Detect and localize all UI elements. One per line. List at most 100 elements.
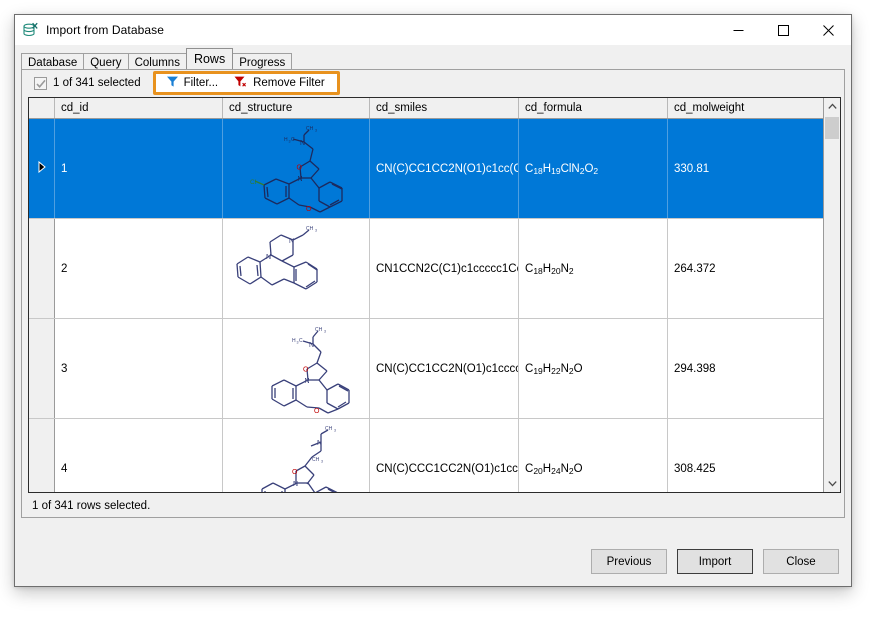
- remove-filter-button-label: Remove Filter: [253, 77, 325, 89]
- remove-filter-button[interactable]: Remove Filter: [230, 75, 329, 91]
- close-button[interactable]: [806, 15, 851, 45]
- cell-cd-molweight[interactable]: 308.425: [668, 419, 820, 492]
- scrollbar-thumb[interactable]: [825, 117, 839, 139]
- row-indicator-cell[interactable]: [29, 419, 55, 492]
- chemical-structure-icon: Cl N CH 3 H 3 C O N O: [250, 126, 343, 213]
- scroll-down-arrow-icon[interactable]: [824, 475, 840, 492]
- filter-button[interactable]: Filter...: [162, 75, 223, 91]
- svg-text:O: O: [314, 408, 320, 415]
- svg-text:CH: CH: [315, 327, 323, 333]
- cell-cd-smiles[interactable]: CN1CCN2C(C1)c1ccccc1Cc…: [370, 219, 519, 318]
- svg-text:N: N: [300, 140, 305, 147]
- svg-text:N: N: [317, 440, 322, 447]
- import-from-database-window: Import from Database Database Query Colu…: [14, 14, 852, 587]
- cell-cd-id[interactable]: 3: [55, 319, 223, 418]
- svg-text:CH: CH: [306, 126, 314, 132]
- svg-text:N: N: [309, 342, 314, 349]
- cell-cd-smiles[interactable]: CN(C)CC1CC2N(O1)c1cc(C…: [370, 119, 519, 218]
- cell-cd-structure[interactable]: N N CH 3: [223, 219, 370, 318]
- filter-button-label: Filter...: [183, 77, 219, 89]
- row-indicator-cell[interactable]: [29, 119, 55, 218]
- svg-text:N: N: [293, 481, 298, 488]
- row-indicator-cell[interactable]: [29, 319, 55, 418]
- grid-status-text: 1 of 341 rows selected.: [28, 497, 841, 515]
- filter-funnel-icon: [166, 75, 184, 91]
- svg-text:C: C: [291, 137, 295, 143]
- table-row[interactable]: 1 Cl N CH 3 H 3 C O N O CN(C)CC1CC2N(O1)…: [29, 119, 823, 219]
- svg-text:CH: CH: [325, 426, 333, 432]
- cell-cd-smiles[interactable]: CN(C)CCC1CC2N(O1)c1cc…: [370, 419, 519, 492]
- svg-text:N: N: [305, 378, 310, 385]
- grid-viewport: cd_id cd_structure cd_smiles cd_formula …: [29, 98, 823, 492]
- grid-vertical-scrollbar[interactable]: [823, 98, 840, 492]
- column-header-cd-formula[interactable]: cd_formula: [519, 98, 668, 118]
- svg-text:O: O: [303, 366, 309, 373]
- minimize-button[interactable]: [716, 15, 761, 45]
- window-titlebar[interactable]: Import from Database: [15, 15, 851, 45]
- svg-text:CH: CH: [306, 226, 314, 232]
- formula-text: C18H19ClN2O2: [525, 162, 599, 177]
- table-row[interactable]: 2 N N CH 3 CN1CCN2C(C1)c1ccccc1Cc… C18H2…: [29, 219, 823, 319]
- selection-status: 1 of 341 selected: [34, 76, 141, 90]
- svg-text:CH: CH: [312, 457, 320, 463]
- chemical-structure-icon: N N CH 3: [236, 226, 318, 290]
- cell-cd-id[interactable]: 1: [55, 119, 223, 218]
- column-header-cd-molweight[interactable]: cd_molweight: [668, 98, 820, 118]
- svg-text:3: 3: [315, 228, 317, 232]
- select-all-checkbox[interactable]: [34, 76, 47, 90]
- desktop-background: Import from Database Database Query Colu…: [0, 0, 882, 635]
- cell-cd-structure[interactable]: N CH 3 CH 3 O N: [223, 419, 370, 492]
- svg-text:O: O: [306, 206, 312, 213]
- rows-data-grid[interactable]: cd_id cd_structure cd_smiles cd_formula …: [28, 97, 841, 493]
- cell-cd-formula[interactable]: C18H20N2: [519, 219, 668, 318]
- cell-cd-id[interactable]: 4: [55, 419, 223, 492]
- cell-cd-structure[interactable]: N CH 3 H 3 C O N O: [223, 319, 370, 418]
- filter-toolbar-highlight: Filter... Remove Filter: [152, 71, 340, 95]
- cell-cd-molweight[interactable]: 264.372: [668, 219, 820, 318]
- column-header-select[interactable]: [29, 98, 55, 118]
- svg-text:3: 3: [315, 128, 317, 132]
- maximize-button[interactable]: [761, 15, 806, 45]
- rows-toolbar: 1 of 341 selected Filter... Remove Filte…: [22, 70, 844, 96]
- svg-text:3: 3: [334, 428, 336, 432]
- cell-cd-id[interactable]: 2: [55, 219, 223, 318]
- cell-cd-formula[interactable]: C19H22N2O: [519, 319, 668, 418]
- column-header-cd-id[interactable]: cd_id: [55, 98, 223, 118]
- import-button[interactable]: Import: [677, 549, 753, 574]
- formula-text: C19H22N2O: [525, 362, 583, 377]
- svg-text:H: H: [284, 137, 288, 143]
- row-indicator-cell[interactable]: [29, 219, 55, 318]
- svg-text:3: 3: [324, 329, 326, 333]
- previous-button[interactable]: Previous: [591, 549, 667, 574]
- window-controls: [716, 15, 851, 45]
- column-header-cd-smiles[interactable]: cd_smiles: [370, 98, 519, 118]
- close-dialog-button[interactable]: Close: [763, 549, 839, 574]
- chemical-structure-icon: N CH 3 H 3 C O N O: [271, 327, 350, 415]
- svg-text:O: O: [297, 164, 303, 171]
- svg-text:H: H: [292, 338, 296, 344]
- window-title: Import from Database: [46, 23, 165, 37]
- database-import-icon: [23, 22, 39, 38]
- current-row-triangle-icon: [37, 160, 47, 176]
- rows-tab-page: 1 of 341 selected Filter... Remove Filte…: [21, 69, 845, 518]
- grid-header-row: cd_id cd_structure cd_smiles cd_formula …: [29, 98, 823, 119]
- svg-text:N: N: [298, 176, 303, 183]
- table-row[interactable]: 3 N CH 3 H 3 C O N O CN(C)CC1CC2N(O1)c1c…: [29, 319, 823, 419]
- remove-filter-funnel-icon: [234, 75, 253, 91]
- dialog-button-bar: Previous Import Close: [591, 549, 839, 574]
- cell-cd-formula[interactable]: C20H24N2O: [519, 419, 668, 492]
- cell-cd-formula[interactable]: C18H19ClN2O2: [519, 119, 668, 218]
- tab-rows[interactable]: Rows: [185, 48, 234, 69]
- cell-cd-molweight[interactable]: 330.81: [668, 119, 820, 218]
- column-header-cd-structure[interactable]: cd_structure: [223, 98, 370, 118]
- cell-cd-smiles[interactable]: CN(C)CC1CC2N(O1)c1cccc…: [370, 319, 519, 418]
- svg-text:Cl: Cl: [250, 179, 257, 186]
- cell-cd-molweight[interactable]: 294.398: [668, 319, 820, 418]
- svg-text:C: C: [299, 338, 303, 344]
- cell-cd-structure[interactable]: Cl N CH 3 H 3 C O N O: [223, 119, 370, 218]
- scroll-up-arrow-icon[interactable]: [824, 98, 840, 115]
- svg-text:N: N: [266, 254, 271, 261]
- table-row[interactable]: 4 N CH 3 CH 3 O N CN(C)CCC1CC2N(O1)c1cc……: [29, 419, 823, 492]
- formula-text: C20H24N2O: [525, 462, 583, 477]
- selection-count-label: 1 of 341 selected: [53, 77, 141, 89]
